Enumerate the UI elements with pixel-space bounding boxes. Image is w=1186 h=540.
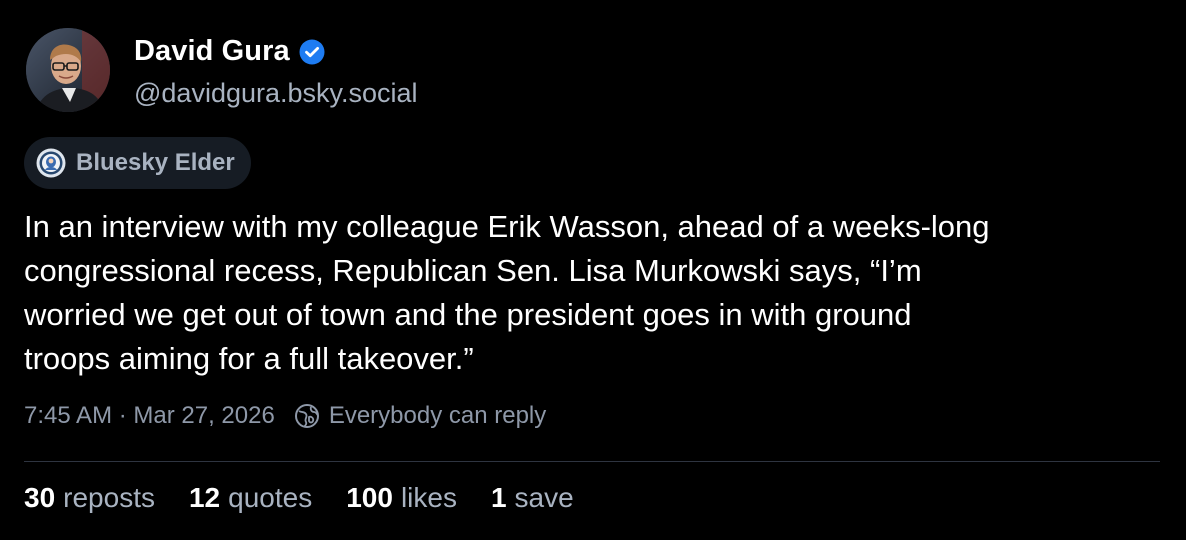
reply-setting-label[interactable]: Everybody can reply <box>329 402 546 430</box>
badge-label: Bluesky Elder <box>76 149 235 176</box>
author-avatar[interactable] <box>26 28 110 112</box>
author-handle[interactable]: @davidgura.bsky.social <box>134 78 418 109</box>
bluesky-elder-badge[interactable]: Bluesky Elder <box>24 137 251 189</box>
saves-count: 1 <box>490 482 507 513</box>
quotes-stat[interactable]: 12 quotes <box>189 482 312 514</box>
likes-count: 100 <box>346 482 393 513</box>
saves-stat[interactable]: 1 save <box>491 482 574 514</box>
quotes-count: 12 <box>188 482 221 513</box>
post-thread-view: David Gura @davidgura.bsky.social Bluesk… <box>0 0 1186 540</box>
likes-label: likes <box>400 482 457 513</box>
post-stats-row: 30 reposts 12 quotes 100 likes 1 save <box>24 482 608 514</box>
post-timestamp[interactable]: 7:45 AM · Mar 27, 2026 <box>24 402 275 430</box>
reposts-stat[interactable]: 30 reposts <box>24 482 155 514</box>
post-meta-row: 7:45 AM · Mar 27, 2026 Everybody can rep… <box>24 402 546 430</box>
quotes-label: quotes <box>228 482 313 513</box>
display-name-row: David Gura <box>134 32 418 72</box>
likes-stat[interactable]: 100 likes <box>346 482 457 514</box>
author-names: David Gura @davidgura.bsky.social <box>134 32 418 109</box>
post-text-line: worried we get out of town and the presi… <box>24 297 912 332</box>
saves-label: save <box>514 482 574 513</box>
globe-reply-icon <box>293 402 321 430</box>
post-text-line: congressional recess, Republican Sen. Li… <box>24 253 922 288</box>
post-author-header: David Gura @davidgura.bsky.social <box>26 28 418 112</box>
avatar-photo <box>26 28 110 112</box>
reposts-label: reposts <box>63 482 155 513</box>
post-text-line: troops aiming for a full takeover.” <box>24 341 474 376</box>
verified-check-icon[interactable] <box>299 39 325 65</box>
reposts-count: 30 <box>24 482 56 513</box>
bluesky-elder-badge-icon <box>36 148 66 178</box>
author-display-name[interactable]: David Gura <box>134 35 290 68</box>
post-body-text: In an interview with my colleague Erik W… <box>24 205 1164 381</box>
stats-divider <box>24 461 1160 462</box>
post-text-line: In an interview with my colleague Erik W… <box>24 209 990 244</box>
